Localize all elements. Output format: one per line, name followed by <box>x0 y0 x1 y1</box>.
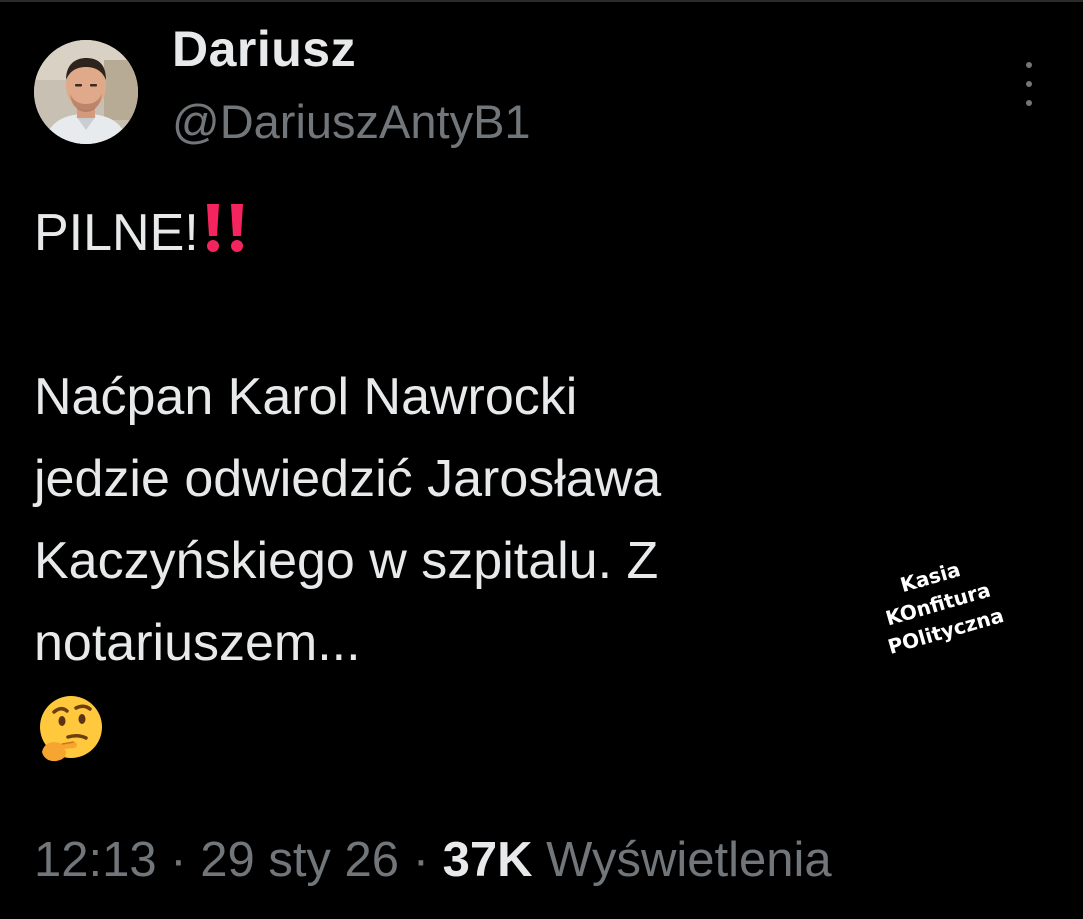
user-handle[interactable]: @DariuszAntyB1 <box>172 94 531 149</box>
tweet-metadata: 12:13 · 29 sty 26 · 37K Wyświetlenia <box>34 832 832 888</box>
separator: · <box>412 833 430 887</box>
profile-photo-icon <box>34 40 138 144</box>
tweet-time[interactable]: 12:13 <box>34 833 157 887</box>
thinking-face-icon <box>40 696 102 762</box>
double-exclamation-icon <box>206 204 243 252</box>
more-options-icon[interactable] <box>1014 62 1044 106</box>
tweet-line: notariuszem... <box>34 614 361 672</box>
tweet-line: Naćpan Karol Nawrocki <box>34 368 578 426</box>
separator: · <box>170 833 187 887</box>
tweet-text: PILNE! Naćpan Karol Nawrocki jedzie odwi… <box>34 192 914 766</box>
dot <box>1026 100 1032 106</box>
tweet-date[interactable]: 29 sty 26 <box>200 833 399 887</box>
views-count: 37K <box>442 833 533 887</box>
dot <box>1026 62 1032 68</box>
tweet-line: PILNE! <box>34 192 914 274</box>
tweet-card: Dariusz @DariuszAntyB1 PILNE! Naćpan Kar… <box>0 0 1083 919</box>
tweet-line-text: PILNE! <box>34 204 199 262</box>
avatar[interactable] <box>34 40 138 144</box>
display-name[interactable]: Dariusz <box>172 20 356 78</box>
tweet-line: Kaczyńskiego w szpitalu. Z <box>34 532 659 590</box>
dot <box>1026 81 1032 87</box>
tweet-line: jedzie odwiedzić Jarosława <box>34 450 662 508</box>
views-label: Wyświetlenia <box>546 833 832 887</box>
